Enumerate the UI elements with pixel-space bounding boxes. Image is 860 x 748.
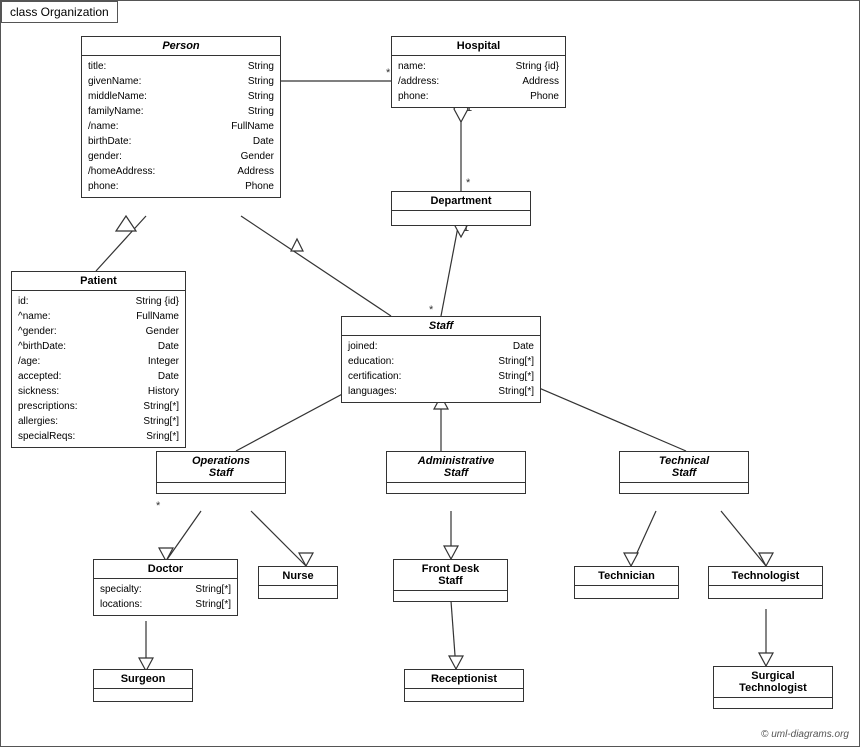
technologist-header: Technologist [709,567,822,586]
doctor-header: Doctor [94,560,237,579]
hospital-body: name:String {id} /address:Address phone:… [392,56,565,107]
operations-staff-class: Operations Staff [156,451,286,494]
hospital-header: Hospital [392,37,565,56]
receptionist-body [405,689,523,701]
surgeon-class: Surgeon [93,669,193,702]
front-desk-class: Front Desk Staff [393,559,508,602]
patient-body: id:String {id} ^name:FullName ^gender:Ge… [12,291,185,447]
doctor-class: Doctor specialty:String[*] locations:Str… [93,559,238,616]
technologist-class: Technologist [708,566,823,599]
receptionist-class: Receptionist [404,669,524,702]
technician-body [575,586,678,598]
technical-staff-body [620,483,748,493]
admin-staff-header: Administrative Staff [387,452,525,483]
technician-class: Technician [574,566,679,599]
patient-header: Patient [12,272,185,291]
surgeon-header: Surgeon [94,670,192,689]
department-body [392,211,530,225]
diagram-container: class Organization [0,0,860,747]
operations-staff-body [157,483,285,493]
hospital-class: Hospital name:String {id} /address:Addre… [391,36,566,108]
svg-text:*: * [156,500,161,512]
patient-class: Patient id:String {id} ^name:FullName ^g… [11,271,186,448]
person-body: title:String givenName:String middleName… [82,56,280,197]
front-desk-header: Front Desk Staff [394,560,507,591]
department-header: Department [392,192,530,211]
front-desk-body [394,591,507,601]
staff-class: Staff joined:Date education:String[*] ce… [341,316,541,403]
surgical-technologist-header: Surgical Technologist [714,667,832,698]
staff-body: joined:Date education:String[*] certific… [342,336,540,402]
copyright: © uml-diagrams.org [761,729,849,740]
admin-staff-body [387,483,525,493]
nurse-class: Nurse [258,566,338,599]
person-header: Person [82,37,280,56]
surgeon-body [94,689,192,701]
admin-staff-class: Administrative Staff [386,451,526,494]
receptionist-header: Receptionist [405,670,523,689]
surgical-technologist-body [714,698,832,708]
technical-staff-class: Technical Staff [619,451,749,494]
svg-text:*: * [429,304,434,316]
staff-header: Staff [342,317,540,336]
technical-staff-header: Technical Staff [620,452,748,483]
department-class: Department [391,191,531,226]
operations-staff-header: Operations Staff [157,452,285,483]
diagram-title: class Organization [1,1,118,23]
person-class: Person title:String givenName:String mid… [81,36,281,198]
technologist-body [709,586,822,598]
nurse-body [259,586,337,598]
nurse-header: Nurse [259,567,337,586]
surgical-technologist-class: Surgical Technologist [713,666,833,709]
svg-text:*: * [466,177,471,189]
doctor-body: specialty:String[*] locations:String[*] [94,579,237,615]
technician-header: Technician [575,567,678,586]
